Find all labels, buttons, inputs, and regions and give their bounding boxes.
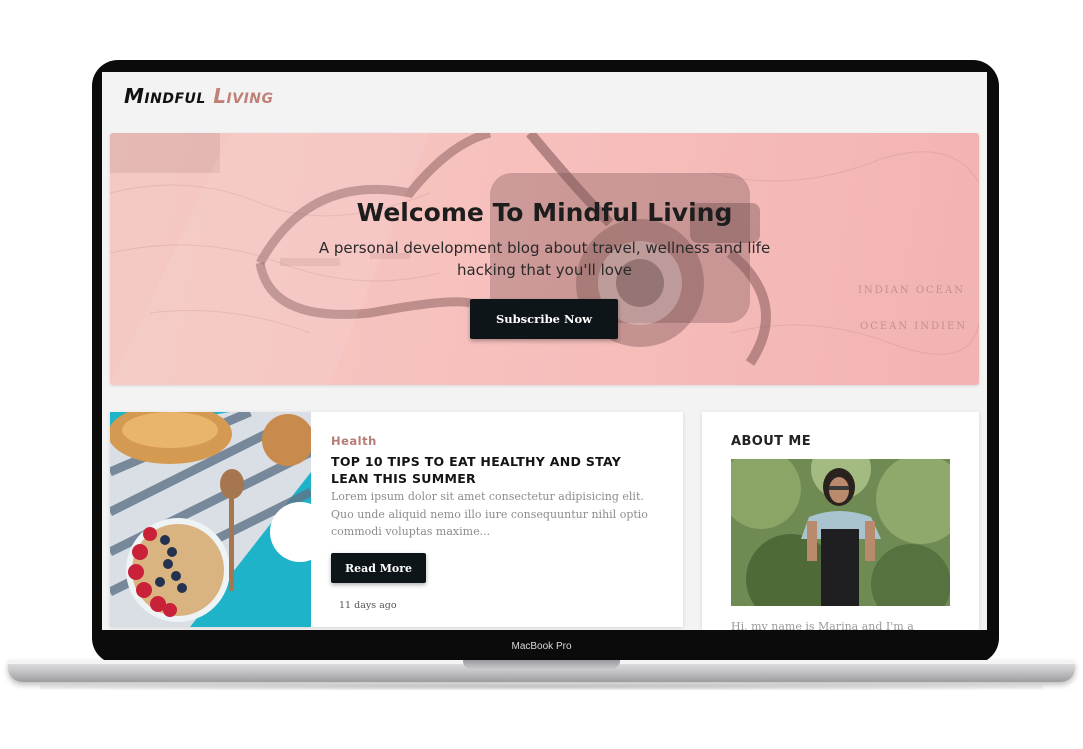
map-label-1: INDIAN OCEAN [858,285,965,296]
logo-word-2: Living [213,84,274,108]
map-label-2: OCEAN INDIEN [860,321,967,332]
screen: Mindful Living INDIAN OCEAN OCEAN INDIEN… [102,72,987,630]
about-photo [731,459,950,606]
laptop-shadow [40,684,1043,690]
about-card: ABOUT ME Hi, my name is Marina and I'm a [702,412,979,630]
post-date: 11 days ago [339,600,397,611]
device-label: MacBook Pro [511,641,572,652]
hero-subtitle: A personal development blog about travel… [318,239,771,279]
site-logo[interactable]: Mindful Living [124,84,274,108]
post-category[interactable]: Health [331,434,377,448]
read-more-button[interactable]: Read More [331,553,426,583]
post-title[interactable]: TOP 10 TIPS TO EAT HEALTHY AND STAY LEAN… [331,453,661,487]
post-excerpt: Lorem ipsum dolor sit amet consectetur a… [331,490,648,538]
hero-title-bold: Mindful Living [532,198,733,227]
post-card: Health TOP 10 TIPS TO EAT HEALTHY AND ST… [110,412,683,627]
logo-word-1: Mindful [124,84,206,108]
subscribe-button[interactable]: Subscribe Now [470,299,618,339]
about-text: Hi, my name is Marina and I'm a [731,620,914,630]
hero-title-prefix: Welcome To [356,198,533,227]
laptop-notch [463,660,620,669]
hero-banner: INDIAN OCEAN OCEAN INDIEN Welcome To Min… [110,133,979,385]
hero-title: Welcome To Mindful Living [110,198,979,227]
post-food-image[interactable] [110,412,311,627]
about-title: ABOUT ME [731,434,811,449]
